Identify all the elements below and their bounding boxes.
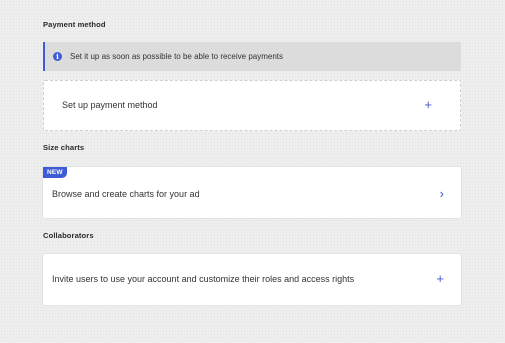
plus-icon[interactable]: + [436, 272, 444, 285]
new-badge: NEW [43, 167, 67, 178]
invite-collaborators-label: Invite users to use your account and cus… [52, 274, 355, 284]
collaborators-title: Collaborators [43, 231, 94, 240]
payment-notice-text: Set it up as soon as possible to be able… [70, 52, 284, 61]
size-charts-title: Size charts [43, 143, 85, 152]
setup-payment-method-label: Set up payment method [62, 100, 158, 110]
invite-collaborators-card[interactable]: Invite users to use your account and cus… [43, 254, 461, 305]
setup-payment-method-card[interactable]: Set up payment method + [43, 80, 461, 131]
plus-icon[interactable]: + [424, 98, 432, 111]
info-icon: i [53, 52, 62, 61]
chevron-right-icon[interactable]: › [440, 187, 444, 200]
payment-notice: i Set it up as soon as possible to be ab… [43, 42, 461, 71]
payment-method-title: Payment method [43, 20, 106, 29]
browse-size-charts-label: Browse and create charts for your ad [52, 189, 200, 199]
browse-size-charts-card[interactable]: Browse and create charts for your ad › [43, 167, 461, 218]
